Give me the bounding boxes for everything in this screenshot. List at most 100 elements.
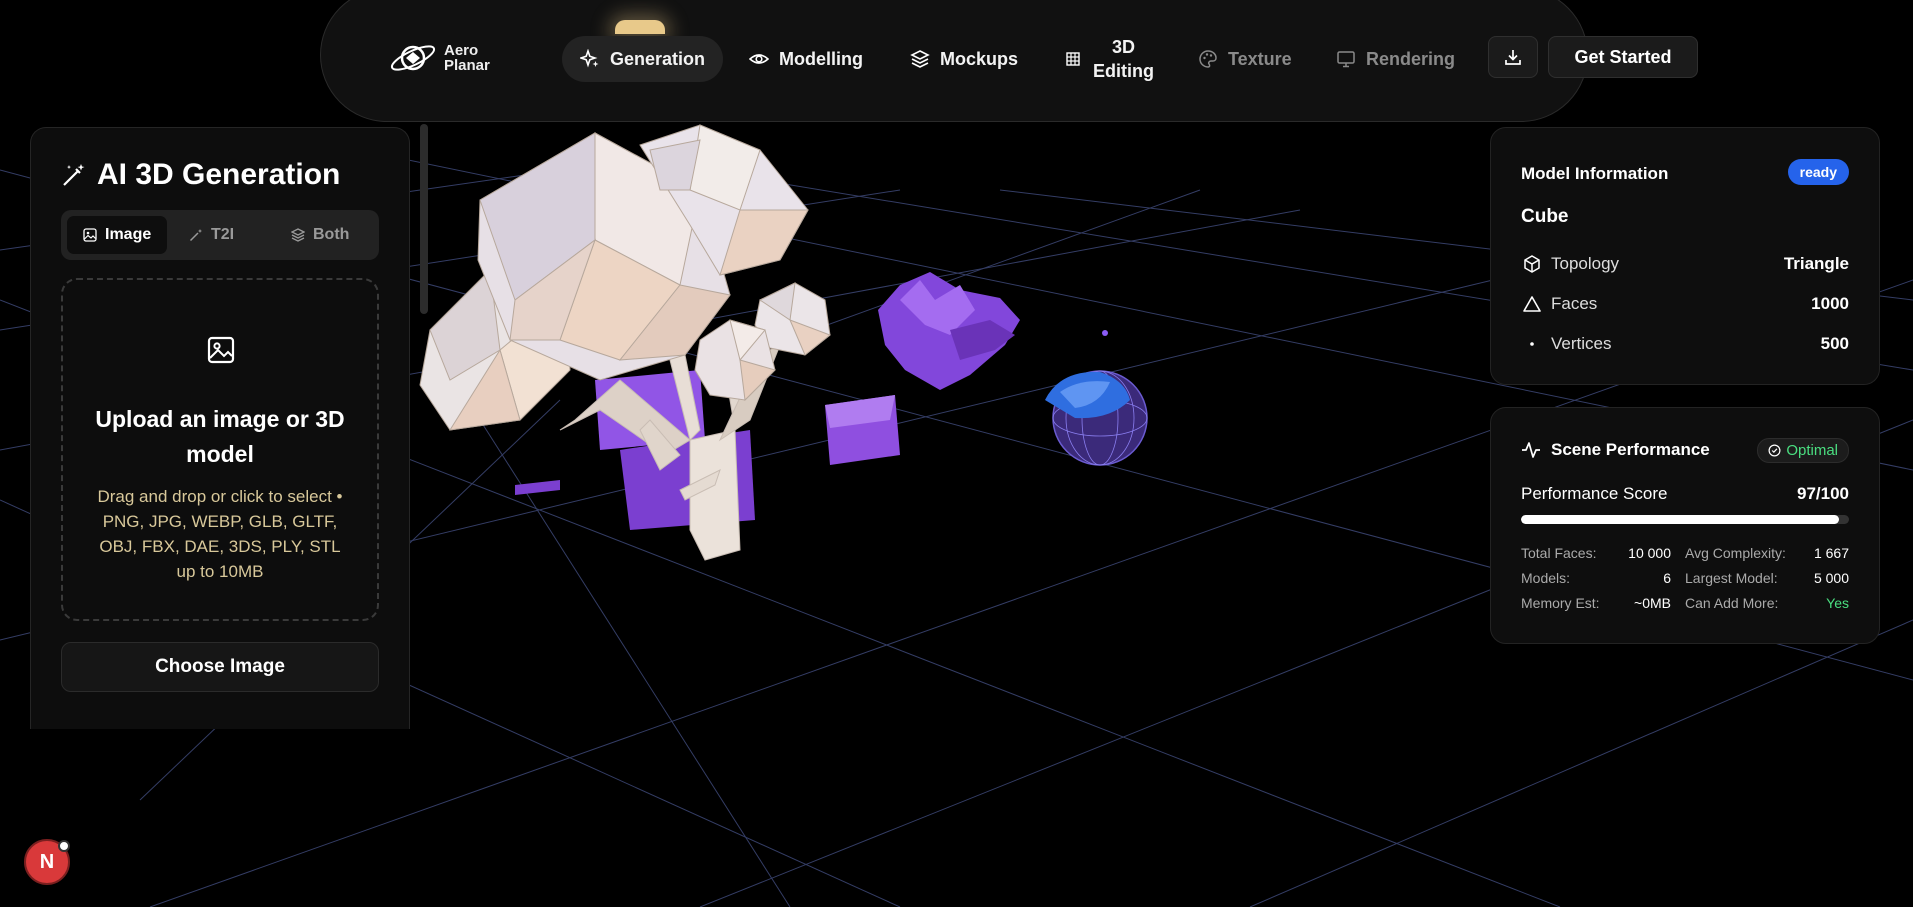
magic-wand-icon xyxy=(189,229,202,242)
check-circle-icon xyxy=(1768,444,1781,457)
stat-label: Total Faces: xyxy=(1521,545,1597,561)
brand-logo[interactable]: Aero Planar xyxy=(388,38,490,78)
model-name: Cube xyxy=(1521,206,1569,227)
dot-icon xyxy=(1521,333,1543,355)
performance-stats: Total Faces: 10 000 Avg Complexity: 1 667 … xyxy=(1521,545,1849,620)
nav-3d-editing-line2: Editing xyxy=(1093,61,1154,81)
performance-score-value: 97/100 xyxy=(1797,484,1849,503)
layers-icon xyxy=(910,49,930,69)
stat-label: Can Add More: xyxy=(1685,595,1779,611)
stat-value: 1 667 xyxy=(1813,545,1849,561)
stat-label: Memory Est: xyxy=(1521,595,1600,611)
dropzone-title: Upload an image or 3D model xyxy=(95,406,345,467)
panel-title-text: AI 3D Generation xyxy=(97,158,341,191)
nav-texture-label: Texture xyxy=(1228,48,1292,69)
vertices-label: Vertices xyxy=(1551,334,1612,353)
stat-value: 6 xyxy=(1663,570,1671,586)
dropzone-description: Drag and drop or click to select • PNG, … xyxy=(97,487,343,581)
grid-icon xyxy=(1063,49,1083,69)
stat-models: Models: 6 xyxy=(1521,570,1685,595)
model-info-heading: Model Information xyxy=(1521,164,1669,183)
stat-can-add-more: Can Add More: Yes xyxy=(1685,595,1849,620)
triangle-icon xyxy=(1521,293,1543,315)
optimal-badge-label: Optimal xyxy=(1786,442,1838,459)
stat-label: Models: xyxy=(1521,570,1571,586)
brand-name-line2: Planar xyxy=(444,57,490,74)
monitor-icon xyxy=(1336,49,1356,69)
optimal-badge: Optimal xyxy=(1757,438,1849,463)
performance-score-label: Performance Score xyxy=(1521,484,1668,503)
stat-label: Avg Complexity: xyxy=(1685,545,1786,561)
download-icon xyxy=(1505,50,1521,65)
performance-progress-fill xyxy=(1521,515,1840,524)
stat-value: 10 000 xyxy=(1628,545,1671,561)
palette-icon xyxy=(1198,49,1218,69)
nav-3d-editing-label: 3D Editing xyxy=(1093,35,1154,83)
stat-value: Yes xyxy=(1826,595,1849,611)
info-row-topology: Topology Triangle xyxy=(1521,252,1849,276)
mode-tab-image[interactable]: Image xyxy=(67,216,168,254)
brand-name: Aero Planar xyxy=(444,43,490,73)
nav-3d-editing-line1: 3D xyxy=(1111,37,1135,57)
notification-dot xyxy=(58,840,70,852)
stat-label: Largest Model: xyxy=(1685,570,1778,586)
vertices-value: 500 xyxy=(1820,334,1849,353)
mode-tab-t2i-label: T2I xyxy=(211,226,235,243)
nav-rendering[interactable]: Rendering xyxy=(1318,36,1473,82)
faces-label: Faces xyxy=(1551,294,1598,313)
nav-mockups-label: Mockups xyxy=(940,48,1019,69)
nav-mockups[interactable]: Mockups xyxy=(892,36,1036,82)
topology-label: Topology xyxy=(1551,254,1620,273)
generation-panel: AI 3D Generation Image T2I Both Upload a… xyxy=(30,127,410,729)
nav-generation-label: Generation xyxy=(610,48,706,69)
stat-avg-complexity: Avg Complexity: 1 667 xyxy=(1685,545,1849,570)
performance-score-row: Performance Score 97/100 xyxy=(1521,484,1849,504)
upload-dropzone[interactable]: Upload an image or 3D model Drag and dro… xyxy=(61,278,379,621)
planet-logo-icon xyxy=(390,45,436,71)
faces-value: 1000 xyxy=(1811,294,1849,313)
performance-progress-bar xyxy=(1521,515,1849,524)
stat-value: 5 000 xyxy=(1813,570,1849,586)
eye-icon xyxy=(749,49,769,69)
image-icon xyxy=(83,228,97,242)
nav-modelling-label: Modelling xyxy=(779,48,863,69)
mode-tab-both-label: Both xyxy=(313,226,350,243)
brand-name-line1: Aero xyxy=(444,42,479,59)
panel-title: AI 3D Generation xyxy=(61,158,340,192)
info-row-faces: Faces 1000 xyxy=(1521,292,1849,316)
stats-row: Models: 6 Largest Model: 5 000 xyxy=(1521,570,1849,595)
download-button[interactable] xyxy=(1488,36,1538,78)
nav-modelling[interactable]: Modelling xyxy=(731,36,881,82)
info-row-vertices: Vertices 500 xyxy=(1521,332,1849,356)
stat-value: ~0MB xyxy=(1634,595,1671,611)
layers-icon xyxy=(291,228,305,242)
stat-largest-model: Largest Model: 5 000 xyxy=(1685,570,1849,595)
stat-total-faces: Total Faces: 10 000 xyxy=(1521,545,1685,570)
stats-row: Memory Est: ~0MB Can Add More: Yes xyxy=(1521,595,1849,620)
get-started-button[interactable]: Get Started xyxy=(1548,36,1698,78)
nav-rendering-label: Rendering xyxy=(1366,48,1456,69)
mode-switcher: Image T2I Both xyxy=(61,210,379,260)
mode-tab-t2i[interactable]: T2I xyxy=(173,216,250,254)
active-tab-indicator xyxy=(615,20,665,34)
sparkles-icon xyxy=(580,49,600,69)
stat-memory-est: Memory Est: ~0MB xyxy=(1521,595,1685,620)
nav-generation[interactable]: Generation xyxy=(562,36,724,82)
nav-texture[interactable]: Texture xyxy=(1180,36,1310,82)
image-upload-icon xyxy=(207,336,235,364)
performance-heading: Scene Performance xyxy=(1521,440,1710,460)
choose-image-button[interactable]: Choose Image xyxy=(61,642,379,692)
topology-value: Triangle xyxy=(1783,254,1849,273)
performance-heading-text: Scene Performance xyxy=(1551,440,1710,459)
stats-row: Total Faces: 10 000 Avg Complexity: 1 667 xyxy=(1521,545,1849,570)
nav-3d-editing[interactable]: 3D Editing xyxy=(1045,36,1172,82)
activity-icon xyxy=(1522,442,1540,458)
status-badge: ready xyxy=(1787,159,1849,185)
model-information-card: Model Information ready Cube Topology Tr… xyxy=(1490,127,1880,385)
mode-tab-both[interactable]: Both xyxy=(275,216,365,254)
magic-wand-icon xyxy=(63,164,85,186)
scene-performance-card: Scene Performance Optimal Performance Sc… xyxy=(1490,407,1880,644)
cube-icon xyxy=(1521,253,1543,275)
mode-tab-image-label: Image xyxy=(105,226,152,243)
panel-scrollbar[interactable] xyxy=(420,124,428,314)
